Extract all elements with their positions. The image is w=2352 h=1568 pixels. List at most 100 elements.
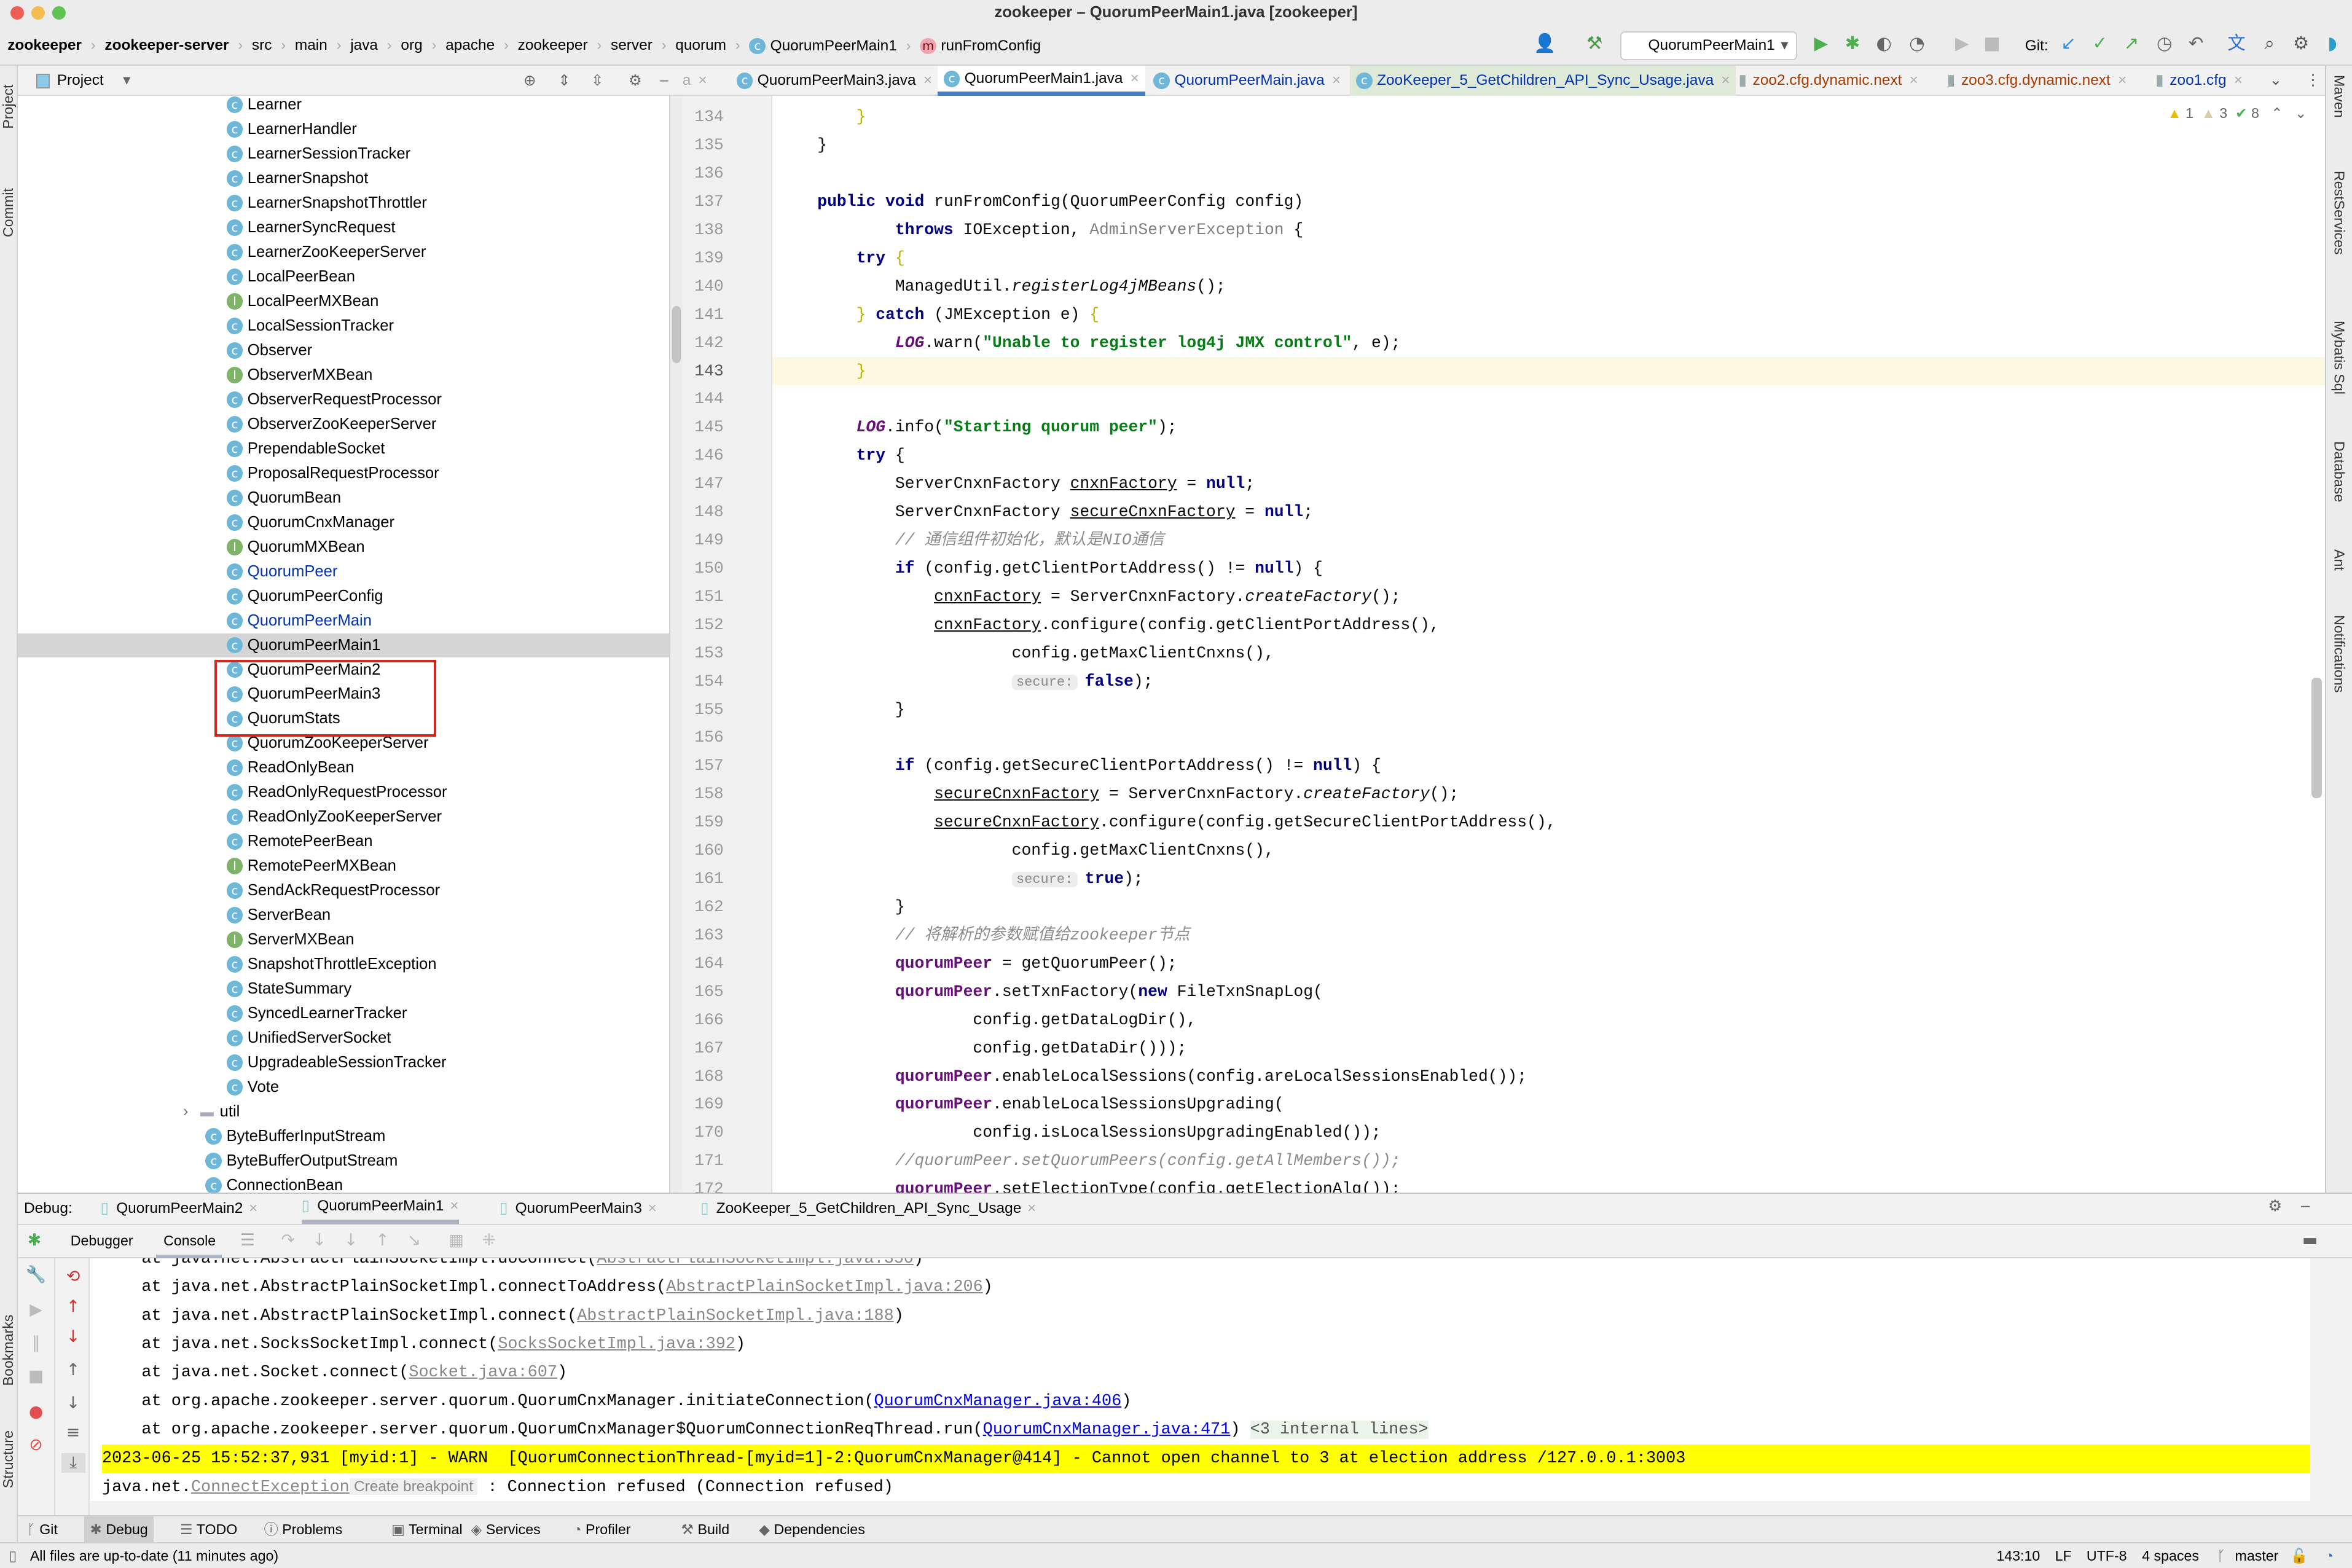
tree-item[interactable]: c StateSummary: [226, 977, 351, 1001]
tree-item[interactable]: c ObserverZooKeeperServer: [226, 412, 436, 436]
tree-item[interactable]: c SyncedLearnerTracker: [226, 1002, 407, 1025]
tool-window-project[interactable]: Project: [0, 69, 18, 129]
code-line[interactable]: throws IOException, AdminServerException…: [778, 216, 1303, 244]
resume-icon[interactable]: ▶: [1950, 31, 1974, 55]
file-encoding[interactable]: UTF-8: [2087, 1543, 2127, 1568]
breadcrumb-item[interactable]: quorum ›: [675, 26, 749, 66]
breadcrumb-item[interactable]: server ›: [611, 26, 675, 66]
code-line[interactable]: config.getMaxClientCnxns(),: [778, 639, 1274, 667]
tree-item[interactable]: c ReadOnlyRequestProcessor: [226, 780, 447, 804]
editor-tab[interactable]: c QuorumPeerMain.java ×: [1148, 66, 1347, 96]
tree-item[interactable]: › ▬ util: [183, 1100, 240, 1124]
build-hammer-icon[interactable]: ⚒: [1583, 31, 1607, 55]
code-line[interactable]: secureCnxnFactory = ServerCnxnFactory.cr…: [778, 780, 1459, 808]
tool-window-tab-git[interactable]: ᚴ Git: [21, 1516, 64, 1543]
tree-item[interactable]: c QuorumCnxManager: [226, 511, 394, 535]
breadcrumb-item[interactable]: zookeeper ›: [518, 26, 611, 66]
code-line[interactable]: config.getMaxClientCnxns(),: [778, 836, 1274, 864]
code-line[interactable]: }: [778, 696, 905, 724]
code-line[interactable]: public void runFromConfig(QuorumPeerConf…: [778, 187, 1303, 216]
status-icon[interactable]: ▯: [9, 1543, 17, 1568]
close-tab-icon[interactable]: ×: [249, 1194, 257, 1224]
menu-icon[interactable]: ☰: [235, 1231, 259, 1250]
code-line[interactable]: }: [778, 357, 866, 385]
step-over-icon[interactable]: ↷: [276, 1231, 300, 1250]
tree-item[interactable]: I ObserverMXBean: [226, 363, 372, 387]
code-line[interactable]: quorumPeer = getQuorumPeer();: [778, 949, 1177, 978]
tree-item[interactable]: c LocalPeerBean: [226, 265, 355, 289]
debug-session-tab[interactable]: ▯ ZooKeeper_5_GetChildren_API_Sync_Usage ×: [700, 1194, 1036, 1224]
profile-icon[interactable]: ◔: [1905, 31, 1929, 55]
tree-item[interactable]: c ReadOnlyBean: [226, 756, 355, 780]
code-line[interactable]: if (config.getSecureClientPortAddress() …: [778, 751, 1381, 780]
evaluate-icon[interactable]: ▦: [444, 1231, 468, 1250]
plugin-icon[interactable]: ◔: [2325, 1543, 2334, 1568]
lock-icon[interactable]: 🔓: [2291, 1543, 2308, 1568]
code-line[interactable]: try {: [778, 441, 905, 469]
pause-icon[interactable]: ‖: [24, 1333, 48, 1352]
tree-item[interactable]: c LearnerHandler: [226, 117, 357, 141]
close-tab-icon[interactable]: ×: [2234, 66, 2243, 96]
maximize-window-button[interactable]: [52, 6, 66, 20]
code-line[interactable]: quorumPeer.setElectionType(config.getEle…: [778, 1175, 1401, 1193]
code-line[interactable]: LOG.warn("Unable to register log4j JMX c…: [778, 329, 1401, 357]
code-line[interactable]: }: [778, 893, 905, 921]
code-line[interactable]: ServerCnxnFactory secureCnxnFactory = nu…: [778, 498, 1313, 526]
close-tab-icon[interactable]: ×: [2118, 66, 2127, 96]
stack-trace-link[interactable]: Socket.java:607: [409, 1363, 557, 1382]
inspection-widget[interactable]: ▲ 1 ▲ 3 ✔ 8 ⌃ ⌄: [2168, 105, 2307, 122]
coverage-icon[interactable]: ◐: [1872, 31, 1896, 55]
close-tab-icon[interactable]: ×: [1131, 64, 1139, 94]
line-separator[interactable]: LF: [2055, 1543, 2072, 1568]
stop-icon[interactable]: ■: [24, 1366, 48, 1386]
create-breakpoint-button[interactable]: Create breakpoint: [349, 1478, 478, 1495]
chevron-down-icon[interactable]: ⌄: [2270, 71, 2282, 89]
tree-item[interactable]: c PrependableSocket: [226, 437, 385, 461]
caret-position[interactable]: 143:10: [1996, 1543, 2040, 1568]
stack-trace-link[interactable]: AbstractPlainSocketImpl.java:188: [577, 1307, 893, 1325]
code-line[interactable]: config.getDataLogDir(),: [778, 1006, 1196, 1034]
project-view-select[interactable]: Project: [57, 66, 104, 96]
hide-panel-icon[interactable]: –: [660, 66, 668, 96]
tree-item[interactable]: I ServerMXBean: [226, 928, 355, 952]
code-line[interactable]: LOG.info("Starting quorum peer");: [778, 413, 1177, 441]
close-tab-icon[interactable]: ×: [1721, 66, 1730, 96]
tree-item[interactable]: c SnapshotThrottleException: [226, 952, 436, 976]
tool-window-notifications[interactable]: Notifications: [2330, 615, 2347, 692]
tool-window-restservices[interactable]: RestServices: [2330, 171, 2347, 255]
tree-item[interactable]: c QuorumPeerConfig: [226, 584, 383, 608]
code-line[interactable]: try {: [778, 244, 905, 272]
tree-item[interactable]: c ReadOnlyZooKeeperServer: [226, 805, 442, 829]
tree-item[interactable]: c QuorumPeerMain1: [226, 633, 380, 657]
project-scrollbar[interactable]: [672, 306, 681, 363]
stack-trace-link[interactable]: SocksSocketImpl.java:392: [498, 1335, 735, 1354]
code-line[interactable]: secure: true);: [778, 864, 1143, 893]
git-commit-icon[interactable]: ✓: [2088, 31, 2112, 55]
close-tab-icon[interactable]: ×: [699, 66, 707, 96]
run-icon[interactable]: ▶: [1809, 31, 1833, 55]
code-line[interactable]: quorumPeer.setTxnFactory(new FileTxnSnap…: [778, 978, 1323, 1006]
mute-breakpoints-icon[interactable]: ⊘: [24, 1435, 48, 1454]
scroll-up-icon[interactable]: ↑: [61, 1360, 85, 1379]
code-line[interactable]: config.getDataDir()));: [778, 1034, 1186, 1062]
tree-item[interactable]: c Observer: [226, 339, 312, 363]
close-tab-icon[interactable]: ×: [1027, 1194, 1036, 1224]
tab-debugger[interactable]: Debugger: [71, 1233, 133, 1249]
down-arrow-icon[interactable]: ↓: [61, 1327, 85, 1346]
scroll-down-icon[interactable]: ↓: [61, 1394, 85, 1413]
code-line[interactable]: config.isLocalSessionsUpgradingEnabled()…: [778, 1118, 1381, 1147]
run-to-cursor-icon[interactable]: ↘: [402, 1231, 426, 1250]
previous-highlight-icon[interactable]: ⌃: [2271, 105, 2283, 121]
next-highlight-icon[interactable]: ⌄: [2295, 105, 2307, 121]
editor-tab[interactable]: c ZooKeeper_5_GetChildren_API_Sync_Usage.…: [1350, 66, 1736, 96]
tree-item[interactable]: c LearnerSnapshot: [226, 167, 368, 190]
indent-setting[interactable]: 4 spaces: [2142, 1543, 2199, 1568]
user-icon[interactable]: 👤: [1533, 31, 1557, 55]
restart-icon[interactable]: ⟲: [61, 1267, 85, 1286]
code-line[interactable]: if (config.getClientPortAddress() != nul…: [778, 554, 1323, 582]
debug-session-tab[interactable]: ▯ QuorumPeerMain1 ×: [301, 1194, 459, 1224]
wrench-icon[interactable]: 🔧: [24, 1264, 48, 1284]
breadcrumb-item[interactable]: org ›: [401, 26, 445, 66]
tree-item[interactable]: c ConnectionBean: [205, 1174, 343, 1193]
tree-item[interactable]: c Learner: [226, 96, 302, 117]
